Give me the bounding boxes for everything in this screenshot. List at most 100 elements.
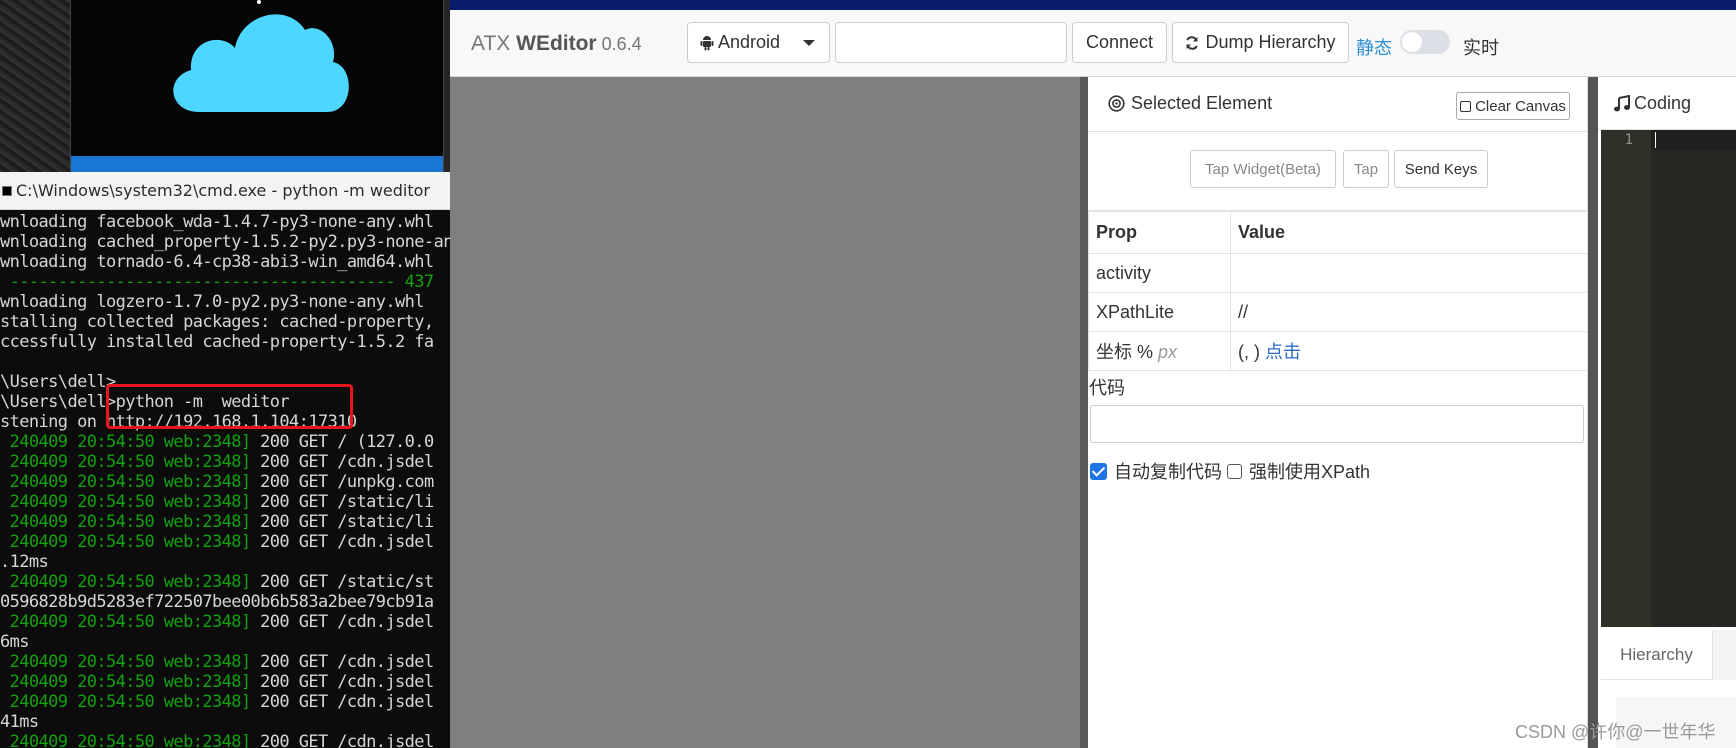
cmd-terminal-output[interactable]: wnloading facebook_wda-1.4.7-py3-none-an… [0, 210, 450, 748]
log-prefix: 240409 20:54:50 web:2348] [0, 612, 251, 632]
connect-button[interactable]: Connect [1072, 22, 1167, 63]
send-keys-button[interactable]: Send Keys [1394, 150, 1488, 188]
line-number: 1 [1624, 132, 1633, 148]
terminal-text: 200 GET /cdn.jsdel [250, 612, 434, 632]
brand: ATX WEditor 0.6.4 [471, 32, 642, 56]
cmd-icon [2, 185, 12, 196]
selected-element-panel: Selected Element Clear Canvas Tap Widget… [1088, 77, 1588, 748]
device-serial-input[interactable] [835, 22, 1067, 63]
terminal-text: 200 GET /cdn.jsdel [250, 692, 434, 712]
coding-label: Coding [1634, 93, 1692, 113]
table-header-row: Prop Value [1088, 211, 1588, 254]
prop-activity: activity [1088, 253, 1231, 293]
panel-resize-handle-2[interactable] [1588, 77, 1598, 748]
navbar: ATX WEditor 0.6.4 Android Connect Dump H… [450, 10, 1736, 77]
terminal-text: wnloading cached_property-1.5.2-py2.py3-… [0, 232, 450, 252]
active-line [1651, 130, 1736, 150]
terminal-line: 240409 20:54:50 web:2348] 200 GET /cdn.j… [0, 532, 450, 552]
coord-percent-toggle[interactable]: % [1137, 342, 1153, 362]
dump-hierarchy-button[interactable]: Dump Hierarchy [1172, 22, 1349, 63]
code-editor[interactable]: 1 [1601, 130, 1736, 627]
value-column-header: Value [1230, 211, 1588, 254]
coord-px-toggle[interactable]: px [1158, 342, 1177, 362]
log-prefix: ----------------------------------------… [0, 272, 435, 292]
terminal-line: wnloading tornado-6.4-cp38-abi3-win_amd6… [0, 252, 450, 272]
terminal-line: 240409 20:54:50 web:2348] 200 GET /unpkg… [0, 472, 450, 492]
android-icon [700, 35, 714, 50]
brand-prefix: ATX [471, 32, 517, 55]
mode-live-label[interactable]: 实时 [1463, 34, 1499, 60]
terminal-line: 240409 20:54:50 web:2348] 200 GET /cdn.j… [0, 732, 450, 748]
terminal-text: wnloading tornado-6.4-cp38-abi3-win_amd6… [0, 252, 434, 272]
mode-static-label[interactable]: 静态 [1356, 34, 1392, 60]
terminal-text: .12ms [0, 552, 49, 572]
auto-copy-label[interactable]: 自动复制代码 [1114, 458, 1222, 484]
cmd-window-titlebar[interactable]: C:\Windows\system32\cmd.exe - python -m … [0, 172, 450, 210]
value-activity [1230, 253, 1588, 293]
terminal-line: ----------------------------------------… [0, 272, 450, 292]
force-xpath-label[interactable]: 强制使用XPath [1249, 458, 1370, 484]
terminal-text: 200 GET /unpkg.com [250, 472, 434, 492]
terminal-text: 200 GET /static/li [250, 512, 434, 532]
terminal-text: stalling collected packages: cached-prop… [0, 312, 444, 332]
terminal-line: 0596828b9d5283ef722507bee00b6b583a2bee79… [0, 592, 450, 612]
dump-label: Dump Hierarchy [1205, 32, 1336, 52]
clear-canvas-button[interactable]: Clear Canvas [1456, 92, 1570, 120]
terminal-text: 41ms [0, 712, 39, 732]
cloud-window-bar [71, 156, 443, 172]
square-icon [1460, 100, 1472, 112]
terminal-line: 240409 20:54:50 web:2348] 200 GET /cdn.j… [0, 652, 450, 672]
code-output-field[interactable] [1090, 405, 1584, 443]
value-xpathlite: // [1230, 292, 1588, 332]
log-prefix: 240409 20:54:50 web:2348] [0, 512, 251, 532]
terminal-line: stalling collected packages: cached-prop… [0, 312, 450, 332]
value-coordinates: (, ) 点击 [1230, 331, 1588, 371]
terminal-line: 240409 20:54:50 web:2348] 200 GET /cdn.j… [0, 452, 450, 472]
tap-widget-button[interactable]: Tap Widget(Beta) [1190, 150, 1336, 188]
prop-column-header: Prop [1088, 211, 1231, 254]
properties-table: Prop Value activity XPathLite // 坐标 % px… [1088, 211, 1588, 371]
platform-select[interactable]: Android [687, 22, 830, 63]
element-action-row: Tap Widget(Beta) Tap Send Keys [1088, 132, 1588, 211]
force-xpath-checkbox[interactable] [1227, 463, 1242, 479]
terminal-text: 0596828b9d5283ef722507bee00b6b583a2bee79… [0, 592, 434, 612]
auto-copy-checkbox[interactable] [1090, 462, 1107, 480]
terminal-line: wnloading facebook_wda-1.4.7-py3-none-an… [0, 212, 450, 232]
send-keys-label: Send Keys [1404, 160, 1478, 178]
coding-title: Coding [1614, 93, 1691, 114]
table-row: 坐标 % px (, ) 点击 [1088, 331, 1588, 371]
panel-resize-handle[interactable] [1080, 77, 1088, 748]
coding-panel: Coding 1 Hierarchy [1598, 77, 1736, 748]
terminal-text: 200 GET /static/st [250, 572, 434, 592]
table-row: XPathLite // [1088, 292, 1588, 332]
log-prefix: 240409 20:54:50 web:2348] [0, 572, 251, 592]
selected-element-title: Selected Element [1108, 93, 1272, 114]
music-icon [1614, 95, 1630, 112]
brand-name: WEditor [516, 32, 597, 55]
terminal-text: 200 GET /static/li [250, 492, 434, 512]
tap-button[interactable]: Tap [1343, 150, 1389, 188]
weditor-app: ATX WEditor 0.6.4 Android Connect Dump H… [450, 0, 1736, 748]
top-accent-bar [450, 0, 1736, 10]
terminal-text: \Users\dell> [0, 372, 116, 392]
live-mode-toggle[interactable] [1400, 30, 1450, 54]
terminal-line: 240409 20:54:50 web:2348] 200 GET /cdn.j… [0, 672, 450, 692]
log-prefix: 240409 20:54:50 web:2348] [0, 672, 251, 692]
device-screen-canvas[interactable] [450, 77, 1080, 748]
tap-widget-label: Tap Widget(Beta) [1205, 160, 1321, 178]
terminal-line: 240409 20:54:50 web:2348] 200 GET /stati… [0, 572, 450, 592]
code-options: 自动复制代码 强制使用XPath [1090, 458, 1370, 484]
crosshair-icon [1108, 95, 1125, 112]
log-prefix: 240409 20:54:50 web:2348] [0, 692, 251, 712]
tap-label: Tap [1353, 160, 1379, 178]
log-prefix: 240409 20:54:50 web:2348] [0, 432, 251, 452]
terminal-text: 200 GET /cdn.jsdel [250, 652, 434, 672]
terminal-line: 240409 20:54:50 web:2348] 200 GET /stati… [0, 512, 450, 532]
terminal-line: 41ms [0, 712, 450, 732]
terminal-text: 200 GET /cdn.jsdel [250, 532, 434, 552]
tab-hierarchy[interactable]: Hierarchy [1601, 630, 1713, 680]
cloud-icon [173, 0, 349, 113]
coord-click-link[interactable]: 点击 [1265, 342, 1301, 362]
desktop-wallpaper [0, 0, 450, 172]
clear-canvas-label: Clear Canvas [1475, 97, 1566, 115]
